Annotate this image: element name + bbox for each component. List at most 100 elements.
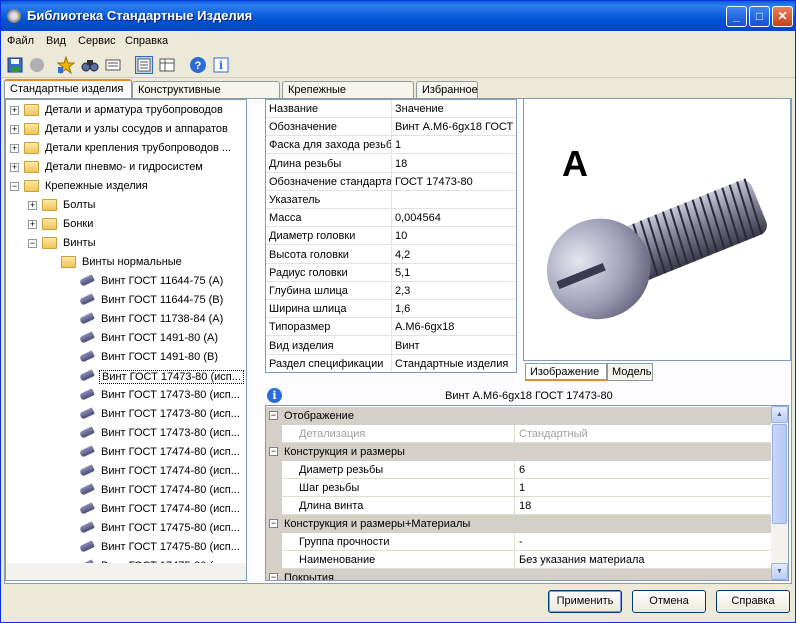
help-icon[interactable]: ?: [189, 56, 207, 74]
tree-item[interactable]: Винт ГОСТ 11644-75 (A): [66, 273, 246, 291]
scroll-thumb[interactable]: [772, 424, 787, 524]
about-icon[interactable]: i: [212, 56, 230, 74]
menu-view[interactable]: Вид: [46, 35, 66, 47]
tree-item[interactable]: Винт ГОСТ 17474-80 (исп...: [66, 444, 246, 462]
property-value[interactable]: -: [519, 536, 523, 548]
tree-item[interactable]: Винт ГОСТ 17474-80 (исп...: [66, 463, 246, 481]
tree-item[interactable]: Винт ГОСТ 1491-80 (B): [66, 349, 246, 367]
expand-icon[interactable]: +: [10, 106, 19, 115]
collapse-icon[interactable]: −: [269, 447, 278, 456]
tree-item[interactable]: Винт ГОСТ 17475-80 (исп...: [66, 539, 246, 557]
find-icon[interactable]: [81, 56, 99, 74]
menu-file[interactable]: Файл: [7, 35, 34, 47]
list-view-icon[interactable]: [104, 56, 122, 74]
collapse-icon[interactable]: −: [269, 411, 278, 420]
grid-property[interactable]: Детализация Стандартный: [266, 425, 771, 443]
property-row[interactable]: Масса 0,004564: [266, 209, 516, 228]
help-button[interactable]: Справка: [716, 590, 790, 613]
grid-category[interactable]: − Отображение: [266, 407, 771, 425]
menu-help[interactable]: Справка: [125, 35, 168, 47]
property-row[interactable]: Глубина шлица 2,3: [266, 282, 516, 300]
scroll-down-button[interactable]: ▼: [771, 563, 788, 580]
property-row[interactable]: Вид изделия Винт: [266, 336, 516, 355]
tree-folder[interactable]: + Детали и арматура трубопроводов: [10, 102, 240, 120]
tab-fastener-joints[interactable]: Крепежные соединения: [282, 81, 414, 108]
property-row[interactable]: Диаметр головки 10: [266, 227, 516, 246]
expand-icon[interactable]: +: [10, 163, 19, 172]
tree-item[interactable]: Винт ГОСТ 17473-80 (исп...: [66, 387, 246, 405]
property-row[interactable]: Обозначение Винт А.М6-6gх18 ГОСТ: [266, 118, 516, 137]
tab-favorites[interactable]: Избранное: [416, 81, 478, 99]
collapse-icon[interactable]: −: [269, 573, 278, 580]
close-button[interactable]: ✕: [772, 6, 793, 27]
cancel-button[interactable]: Отмена: [632, 590, 706, 613]
property-name: Высота головки: [269, 248, 349, 261]
grid-vertical-scrollbar[interactable]: ▲ ▼: [771, 406, 788, 580]
property-value[interactable]: Стандартный: [519, 428, 588, 440]
collapse-icon[interactable]: −: [28, 239, 37, 248]
tree-folder[interactable]: − Крепежные изделия: [10, 178, 240, 196]
property-row[interactable]: Указатель: [266, 191, 516, 209]
property-row[interactable]: Типоразмер А.М6-6gх18: [266, 318, 516, 337]
table-view-icon[interactable]: [158, 56, 176, 74]
tab-model[interactable]: Модель: [607, 363, 653, 381]
details-view-icon[interactable]: [135, 56, 153, 74]
tree-horizontal-scrollbar[interactable]: [6, 563, 246, 580]
favorite-add-icon[interactable]: [56, 55, 76, 75]
tree-folder[interactable]: + Детали и узлы сосудов и аппаратов: [10, 121, 240, 139]
grid-category[interactable]: − Покрытия: [266, 569, 771, 580]
property-value[interactable]: 6: [519, 464, 525, 476]
tree-item[interactable]: Винт ГОСТ 17473-80 (исп...: [66, 406, 246, 424]
grid-property[interactable]: Наименование Без указания материала: [266, 551, 771, 569]
tree-item[interactable]: Винт ГОСТ 17474-80 (исп...: [66, 482, 246, 500]
tree-folder[interactable]: + Бонки: [28, 216, 246, 234]
tab-standard-items[interactable]: Стандартные изделия: [4, 79, 132, 100]
collapse-icon[interactable]: −: [269, 519, 278, 528]
tree-folder[interactable]: + Болты: [28, 197, 246, 215]
property-value[interactable]: 1: [519, 482, 525, 494]
tab-structural-elements[interactable]: Конструктивные элементы: [132, 81, 280, 108]
property-value[interactable]: Без указания материала: [519, 554, 645, 566]
tree-folder[interactable]: + Детали крепления трубопроводов ...: [10, 140, 240, 158]
minimize-button[interactable]: _: [726, 6, 747, 27]
property-row[interactable]: Высота головки 4,2: [266, 245, 516, 264]
property-value[interactable]: 18: [519, 500, 531, 512]
catalog-tree[interactable]: Винт ГОСТ 17475-80 (исп... Винт ГОСТ 1747…: [5, 99, 247, 581]
collapse-icon[interactable]: −: [10, 182, 19, 191]
property-row[interactable]: Длина резьбы 18: [266, 154, 516, 173]
grid-property[interactable]: Группа прочности -: [266, 533, 771, 551]
expand-icon[interactable]: +: [10, 125, 19, 134]
tree-folder[interactable]: − Винты: [28, 235, 246, 253]
tree-item[interactable]: Винт ГОСТ 17475-80 (исп...: [66, 520, 246, 538]
stop-icon[interactable]: [28, 56, 46, 74]
grid-property[interactable]: Шаг резьбы 1: [266, 479, 771, 497]
scroll-up-button[interactable]: ▲: [771, 406, 788, 423]
property-row[interactable]: Радиус головки 5,1: [266, 263, 516, 282]
menu-service[interactable]: Сервис: [78, 35, 116, 47]
apply-button[interactable]: Применить: [548, 590, 622, 613]
property-row[interactable]: Обозначение стандарта ГОСТ 17473-80: [266, 172, 516, 191]
property-row[interactable]: Раздел спецификации Стандартные изделия: [266, 354, 516, 372]
title-bar[interactable]: Библиотека Стандартные Изделия _ □ ✕: [1, 1, 795, 31]
grid-category[interactable]: − Конструкция и размеры: [266, 443, 771, 461]
expand-icon[interactable]: +: [28, 220, 37, 229]
tree-item[interactable]: Винт ГОСТ 1491-80 (A): [66, 330, 246, 348]
maximize-button[interactable]: □: [749, 6, 770, 27]
tree-item[interactable]: Винт ГОСТ 11738-84 (A): [66, 311, 246, 329]
tab-image[interactable]: Изображение: [525, 363, 607, 381]
tree-item[interactable]: Винт ГОСТ 17474-80 (исп...: [66, 501, 246, 519]
app-window: Библиотека Стандартные Изделия _ □ ✕ Фай…: [0, 0, 796, 623]
tree-item[interactable]: Винт ГОСТ 11644-75 (B): [66, 292, 246, 310]
grid-category[interactable]: − Конструкция и размеры+Материалы: [266, 515, 771, 533]
tree-folder[interactable]: Винты нормальные: [47, 254, 246, 272]
grid-property[interactable]: Длина винта 18: [266, 497, 771, 515]
save-icon[interactable]: [6, 56, 24, 74]
expand-icon[interactable]: +: [10, 144, 19, 153]
tree-item[interactable]: Винт ГОСТ 17473-80 (исп...: [66, 368, 246, 386]
expand-icon[interactable]: +: [28, 201, 37, 210]
grid-property[interactable]: Диаметр резьбы 6: [266, 461, 771, 479]
tree-folder[interactable]: + Детали пневмо- и гидросистем: [10, 159, 240, 177]
tree-item[interactable]: Винт ГОСТ 17473-80 (исп...: [66, 425, 246, 443]
property-row[interactable]: Фаска для захода резьбы 1: [266, 136, 516, 155]
property-row[interactable]: Ширина шлица 1,6: [266, 300, 516, 319]
